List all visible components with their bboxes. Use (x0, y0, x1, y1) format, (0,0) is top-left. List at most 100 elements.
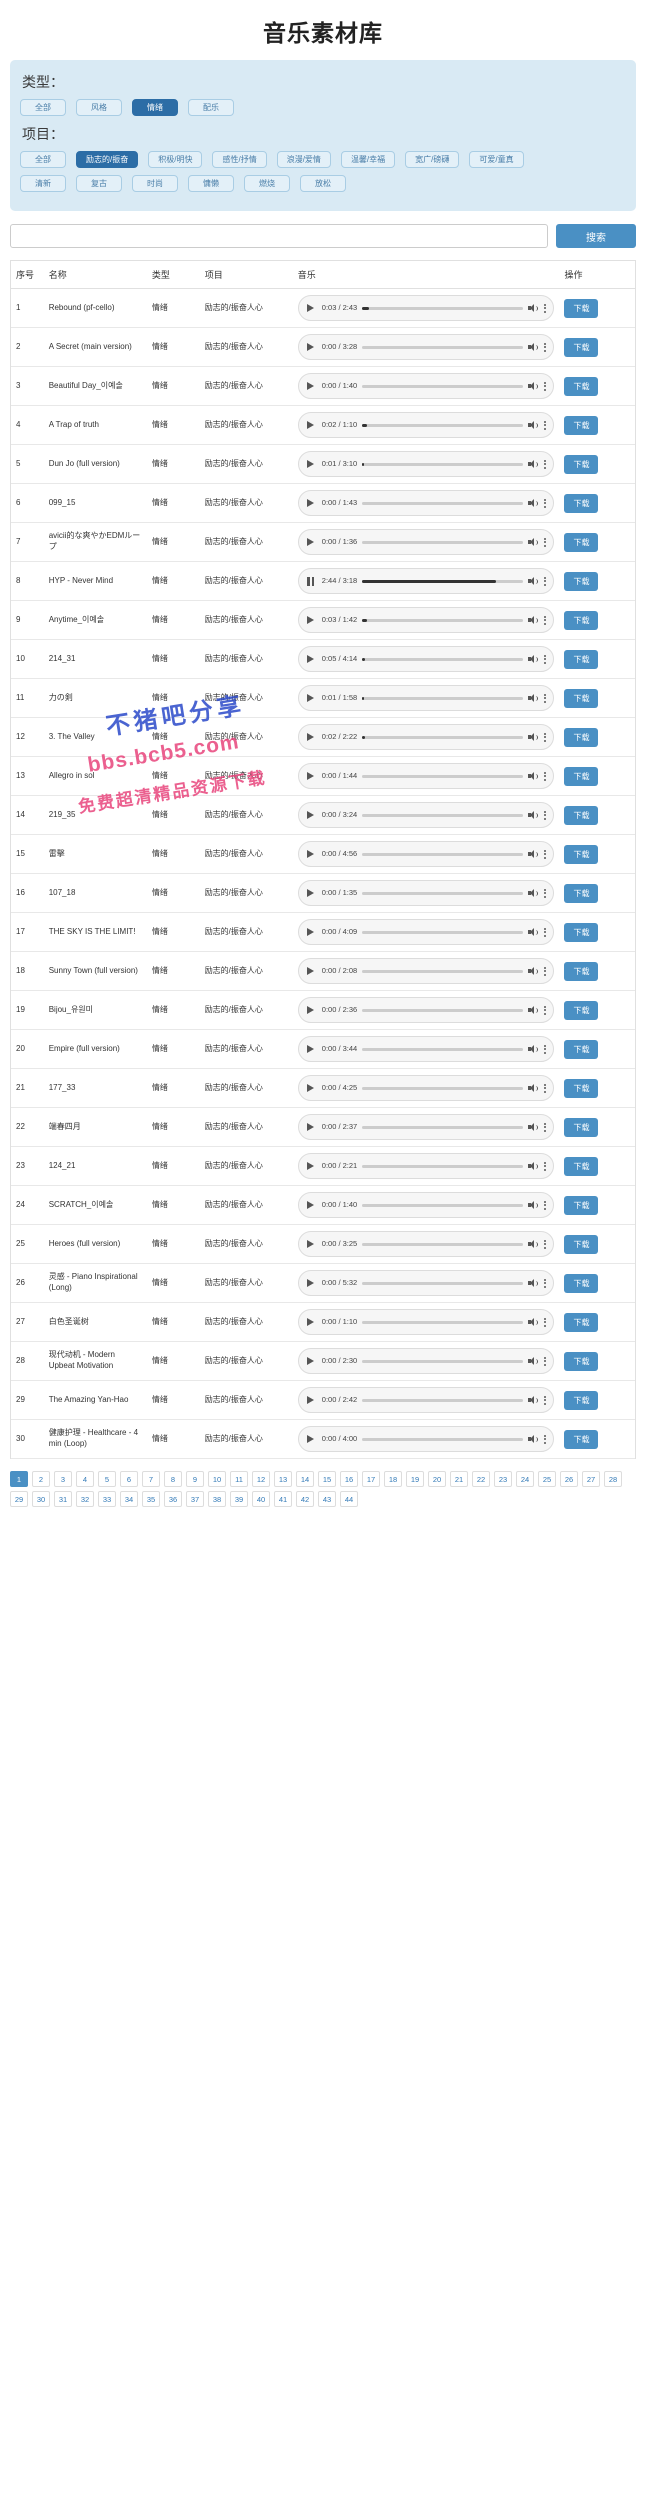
project-tag-r1-2[interactable]: 积极/明快 (148, 151, 203, 168)
download-button[interactable]: 下载 (564, 922, 599, 942)
volume-icon[interactable] (528, 1239, 539, 1249)
download-button[interactable]: 下载 (564, 766, 599, 786)
search-input[interactable] (10, 224, 548, 248)
download-button[interactable]: 下载 (564, 688, 599, 708)
pagination-page-1[interactable]: 1 (10, 1471, 28, 1487)
volume-icon[interactable] (528, 1356, 539, 1366)
more-options-icon[interactable] (543, 381, 547, 391)
volume-icon[interactable] (528, 654, 539, 664)
more-options-icon[interactable] (543, 1083, 547, 1093)
play-icon[interactable] (305, 497, 317, 509)
volume-icon[interactable] (528, 1044, 539, 1054)
download-button[interactable]: 下载 (564, 1195, 599, 1215)
pagination-page-31[interactable]: 31 (54, 1491, 72, 1507)
volume-icon[interactable] (528, 576, 539, 586)
pagination-page-25[interactable]: 25 (538, 1471, 556, 1487)
more-options-icon[interactable] (543, 303, 547, 313)
play-icon[interactable] (305, 536, 317, 548)
pagination-page-33[interactable]: 33 (98, 1491, 116, 1507)
volume-icon[interactable] (528, 498, 539, 508)
volume-icon[interactable] (528, 381, 539, 391)
volume-icon[interactable] (528, 849, 539, 859)
play-icon[interactable] (305, 1160, 317, 1172)
download-button[interactable]: 下载 (564, 454, 599, 474)
pagination-page-19[interactable]: 19 (406, 1471, 424, 1487)
audio-progress-slider[interactable] (362, 540, 524, 544)
audio-progress-slider[interactable] (362, 1320, 524, 1324)
play-icon[interactable] (305, 692, 317, 704)
more-options-icon[interactable] (543, 1005, 547, 1015)
project-tag-r1-0[interactable]: 全部 (20, 151, 66, 168)
project-tag-r1-7[interactable]: 可爱/童真 (469, 151, 524, 168)
more-options-icon[interactable] (543, 1161, 547, 1171)
project-tag-r1-4[interactable]: 浪漫/爱情 (276, 151, 331, 168)
search-button[interactable]: 搜索 (556, 224, 636, 248)
audio-progress-slider[interactable] (362, 696, 524, 700)
audio-progress-slider[interactable] (362, 1203, 524, 1207)
volume-icon[interactable] (528, 1434, 539, 1444)
project-tag-r2-4[interactable]: 燃烧 (244, 175, 290, 192)
more-options-icon[interactable] (543, 1317, 547, 1327)
download-button[interactable]: 下载 (564, 883, 599, 903)
volume-icon[interactable] (528, 1083, 539, 1093)
play-icon[interactable] (305, 458, 317, 470)
audio-progress-slider[interactable] (362, 345, 524, 349)
pagination-page-9[interactable]: 9 (186, 1471, 204, 1487)
more-options-icon[interactable] (543, 966, 547, 976)
play-icon[interactable] (305, 1004, 317, 1016)
audio-progress-slider[interactable] (362, 1047, 524, 1051)
download-button[interactable]: 下载 (564, 649, 599, 669)
more-options-icon[interactable] (543, 849, 547, 859)
download-button[interactable]: 下载 (564, 1039, 599, 1059)
pagination-page-38[interactable]: 38 (208, 1491, 226, 1507)
audio-progress-slider[interactable] (362, 735, 524, 739)
project-tag-r2-1[interactable]: 复古 (76, 175, 122, 192)
audio-progress-slider[interactable] (362, 1242, 524, 1246)
download-button[interactable]: 下载 (564, 337, 599, 357)
audio-progress-slider[interactable] (362, 1281, 524, 1285)
pagination-page-26[interactable]: 26 (560, 1471, 578, 1487)
audio-progress-slider[interactable] (362, 774, 524, 778)
play-icon[interactable] (305, 1394, 317, 1406)
volume-icon[interactable] (528, 888, 539, 898)
pagination-page-42[interactable]: 42 (296, 1491, 314, 1507)
play-icon[interactable] (305, 770, 317, 782)
pagination-page-14[interactable]: 14 (296, 1471, 314, 1487)
pagination-page-37[interactable]: 37 (186, 1491, 204, 1507)
pagination-page-2[interactable]: 2 (32, 1471, 50, 1487)
project-tag-r1-3[interactable]: 感性/抒情 (212, 151, 267, 168)
audio-progress-slider[interactable] (362, 501, 524, 505)
download-button[interactable]: 下载 (564, 1000, 599, 1020)
more-options-icon[interactable] (543, 1239, 547, 1249)
audio-progress-slider[interactable] (362, 1008, 524, 1012)
audio-progress-slider[interactable] (362, 1398, 524, 1402)
download-button[interactable]: 下载 (564, 610, 599, 630)
play-icon[interactable] (305, 809, 317, 821)
volume-icon[interactable] (528, 537, 539, 547)
play-icon[interactable] (305, 887, 317, 899)
download-button[interactable]: 下载 (564, 1429, 599, 1449)
play-icon[interactable] (305, 731, 317, 743)
play-icon[interactable] (305, 653, 317, 665)
more-options-icon[interactable] (543, 927, 547, 937)
pagination-page-15[interactable]: 15 (318, 1471, 336, 1487)
audio-progress-slider[interactable] (362, 969, 524, 973)
pagination-page-30[interactable]: 30 (32, 1491, 50, 1507)
volume-icon[interactable] (528, 459, 539, 469)
pagination-page-18[interactable]: 18 (384, 1471, 402, 1487)
audio-progress-slider[interactable] (362, 852, 524, 856)
download-button[interactable]: 下载 (564, 493, 599, 513)
play-icon[interactable] (305, 848, 317, 860)
play-icon[interactable] (305, 1355, 317, 1367)
play-icon[interactable] (305, 419, 317, 431)
pagination-page-21[interactable]: 21 (450, 1471, 468, 1487)
download-button[interactable]: 下载 (564, 844, 599, 864)
more-options-icon[interactable] (543, 342, 547, 352)
project-tag-r2-5[interactable]: 放松 (300, 175, 346, 192)
more-options-icon[interactable] (543, 1356, 547, 1366)
volume-icon[interactable] (528, 342, 539, 352)
download-button[interactable]: 下载 (564, 1156, 599, 1176)
more-options-icon[interactable] (543, 615, 547, 625)
play-icon[interactable] (305, 1043, 317, 1055)
audio-progress-slider[interactable] (362, 618, 524, 622)
